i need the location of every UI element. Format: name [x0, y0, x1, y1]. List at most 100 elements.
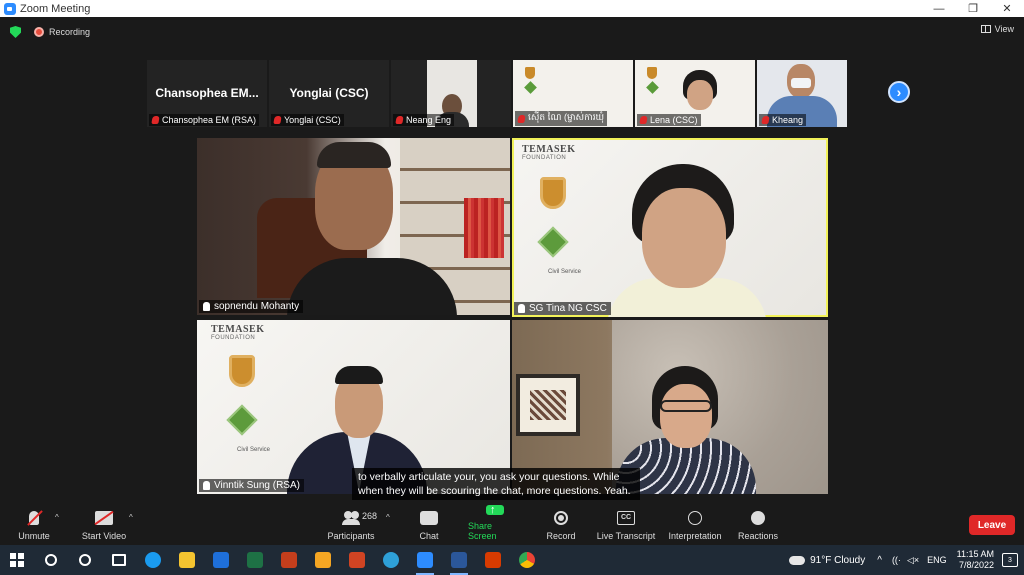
- taskbar-app-active[interactable]: [442, 545, 476, 575]
- chat-label: Chat: [419, 531, 439, 541]
- live-captions: to verbally articulate your, you ask you…: [352, 468, 640, 500]
- participant-name: sopnendu Mohanty: [214, 301, 300, 312]
- thumbnail-tile[interactable]: Kheang: [757, 60, 847, 127]
- participant-name-label: SG Tina NG CSC: [514, 302, 611, 315]
- globe-icon: [688, 511, 702, 525]
- emblem-icon: [537, 226, 569, 258]
- logo-title: TEMASEK: [211, 324, 265, 335]
- share-screen-label: Share Screen: [468, 521, 497, 541]
- muted-mic-icon: [761, 116, 770, 124]
- logo-subtitle: FOUNDATION: [522, 155, 567, 161]
- taskbar-app[interactable]: [476, 545, 510, 575]
- taskbar-app[interactable]: [306, 545, 340, 575]
- start-button[interactable]: [0, 545, 34, 575]
- window-title: Zoom Meeting: [20, 2, 91, 15]
- active-speaker-tile[interactable]: TEMASEK FOUNDATION Civil Service SG Tina…: [512, 138, 828, 317]
- recording-label: Recording: [49, 27, 91, 37]
- wifi-icon[interactable]: ((·: [892, 555, 901, 565]
- muted-mic-icon: [639, 116, 648, 124]
- video-off-icon: [95, 511, 113, 525]
- security-shield-icon[interactable]: [10, 26, 21, 38]
- thumbnail-tile[interactable]: Yonglai (CSC) Yonglai (CSC): [269, 60, 389, 127]
- thumbnail-label-text: Lena (CSC): [650, 115, 698, 125]
- interpretation-label: Interpretation: [668, 531, 722, 541]
- unmute-button[interactable]: Unmute: [16, 505, 52, 545]
- reactions-button[interactable]: Reactions: [736, 505, 780, 545]
- participant-count: 268: [362, 511, 378, 521]
- meeting-toolbar: Unmute ^ Start Video ^ Participants 268 …: [0, 504, 1024, 545]
- video-options-caret-icon[interactable]: ^: [129, 513, 133, 522]
- muted-mic-icon: [151, 116, 160, 124]
- zoom-icon: [417, 552, 433, 568]
- thumbnail-label: Kheang: [759, 114, 807, 126]
- telegram-icon: [383, 552, 399, 568]
- participant-face: [660, 384, 712, 448]
- mic-icon: [203, 481, 210, 490]
- temasek-foundation-logo: TEMASEK FOUNDATION Civil Service: [211, 324, 271, 453]
- speaker-icon[interactable]: ◁×: [907, 555, 919, 566]
- participant-name-label: Vinntik Sung (RSA): [199, 479, 304, 492]
- video-tile[interactable]: sopnendu Mohanty: [197, 138, 510, 315]
- record-icon: [554, 511, 568, 525]
- taskbar-app[interactable]: [374, 545, 408, 575]
- thumbnail-tile[interactable]: Neang Eng: [391, 60, 511, 127]
- participants-caret-icon[interactable]: ^: [386, 513, 390, 522]
- thumbnail-label-text: ស៊ើត ណៃ (ម្ចាស់ការឃុំ: [528, 112, 605, 122]
- search-button[interactable]: [34, 545, 68, 575]
- taskbar-app[interactable]: [170, 545, 204, 575]
- task-view-button[interactable]: [102, 545, 136, 575]
- logo-subtitle: FOUNDATION: [211, 335, 256, 341]
- taskbar-app-active[interactable]: [408, 545, 442, 575]
- participant-name: SG Tina NG CSC: [529, 303, 607, 314]
- temasek-logo: [521, 64, 545, 94]
- leave-button[interactable]: Leave: [969, 515, 1015, 535]
- cortana-icon: [79, 554, 91, 566]
- store-icon: [315, 552, 331, 568]
- close-button[interactable]: ✕: [990, 0, 1024, 17]
- start-video-button[interactable]: Start Video: [80, 505, 128, 545]
- restore-button[interactable]: ❐: [956, 0, 990, 17]
- tray-chevron-icon[interactable]: ^: [877, 555, 882, 566]
- edge-icon: [145, 552, 161, 568]
- next-page-arrow-icon[interactable]: ›: [888, 81, 910, 103]
- thumbnail-tile[interactable]: ស៊ើត ណៃ (ម្ចាស់ការឃុំ: [513, 60, 633, 127]
- taskbar-app[interactable]: [340, 545, 374, 575]
- share-screen-button[interactable]: Share Screen: [468, 504, 522, 545]
- muted-mic-icon: [29, 511, 39, 525]
- taskbar-app[interactable]: [136, 545, 170, 575]
- share-screen-icon: [486, 504, 504, 516]
- view-button[interactable]: View: [980, 24, 1014, 34]
- chat-button[interactable]: Chat: [414, 505, 444, 545]
- taskbar-app[interactable]: [238, 545, 272, 575]
- wall-picture: [516, 374, 580, 436]
- cloud-icon: [789, 555, 806, 565]
- emblem-icon: [226, 404, 258, 436]
- audio-options-caret-icon[interactable]: ^: [55, 513, 59, 522]
- record-button[interactable]: Record: [546, 505, 576, 545]
- thumbnail-label: Neang Eng: [393, 114, 455, 126]
- clock[interactable]: 11:15 AM 7/8/2022: [957, 549, 994, 571]
- view-label: View: [994, 24, 1014, 34]
- thumbnail-name-big: Chansophea EM...: [155, 86, 259, 100]
- minimize-button[interactable]: —: [922, 0, 956, 17]
- participant-name: Vinntik Sung (RSA): [214, 480, 300, 491]
- live-transcript-button[interactable]: CC Live Transcript: [596, 505, 656, 545]
- thumbnail-label-text: Kheang: [772, 115, 804, 125]
- zoom-logo-icon: [4, 2, 16, 15]
- thumbnail-name-big: Yonglai (CSC): [289, 86, 369, 100]
- recording-icon: [34, 27, 44, 37]
- thumbnail-tile[interactable]: Chansophea EM... Chansophea EM (RSA): [147, 60, 267, 127]
- notification-icon[interactable]: 3: [1002, 553, 1018, 567]
- taskbar-app[interactable]: [204, 545, 238, 575]
- participant-face: [642, 188, 726, 288]
- cortana-button[interactable]: [68, 545, 102, 575]
- interpretation-button[interactable]: Interpretation: [666, 505, 724, 545]
- taskbar-app[interactable]: [272, 545, 306, 575]
- crest-icon: [540, 177, 566, 209]
- language-indicator[interactable]: ENG: [927, 555, 947, 565]
- weather-text[interactable]: 91°F Cloudy: [810, 555, 865, 566]
- taskbar-app[interactable]: [510, 545, 544, 575]
- thumbnail-tile[interactable]: Lena (CSC): [635, 60, 755, 127]
- powerpoint-icon: [349, 552, 365, 568]
- logo-title: TEMASEK: [522, 144, 576, 155]
